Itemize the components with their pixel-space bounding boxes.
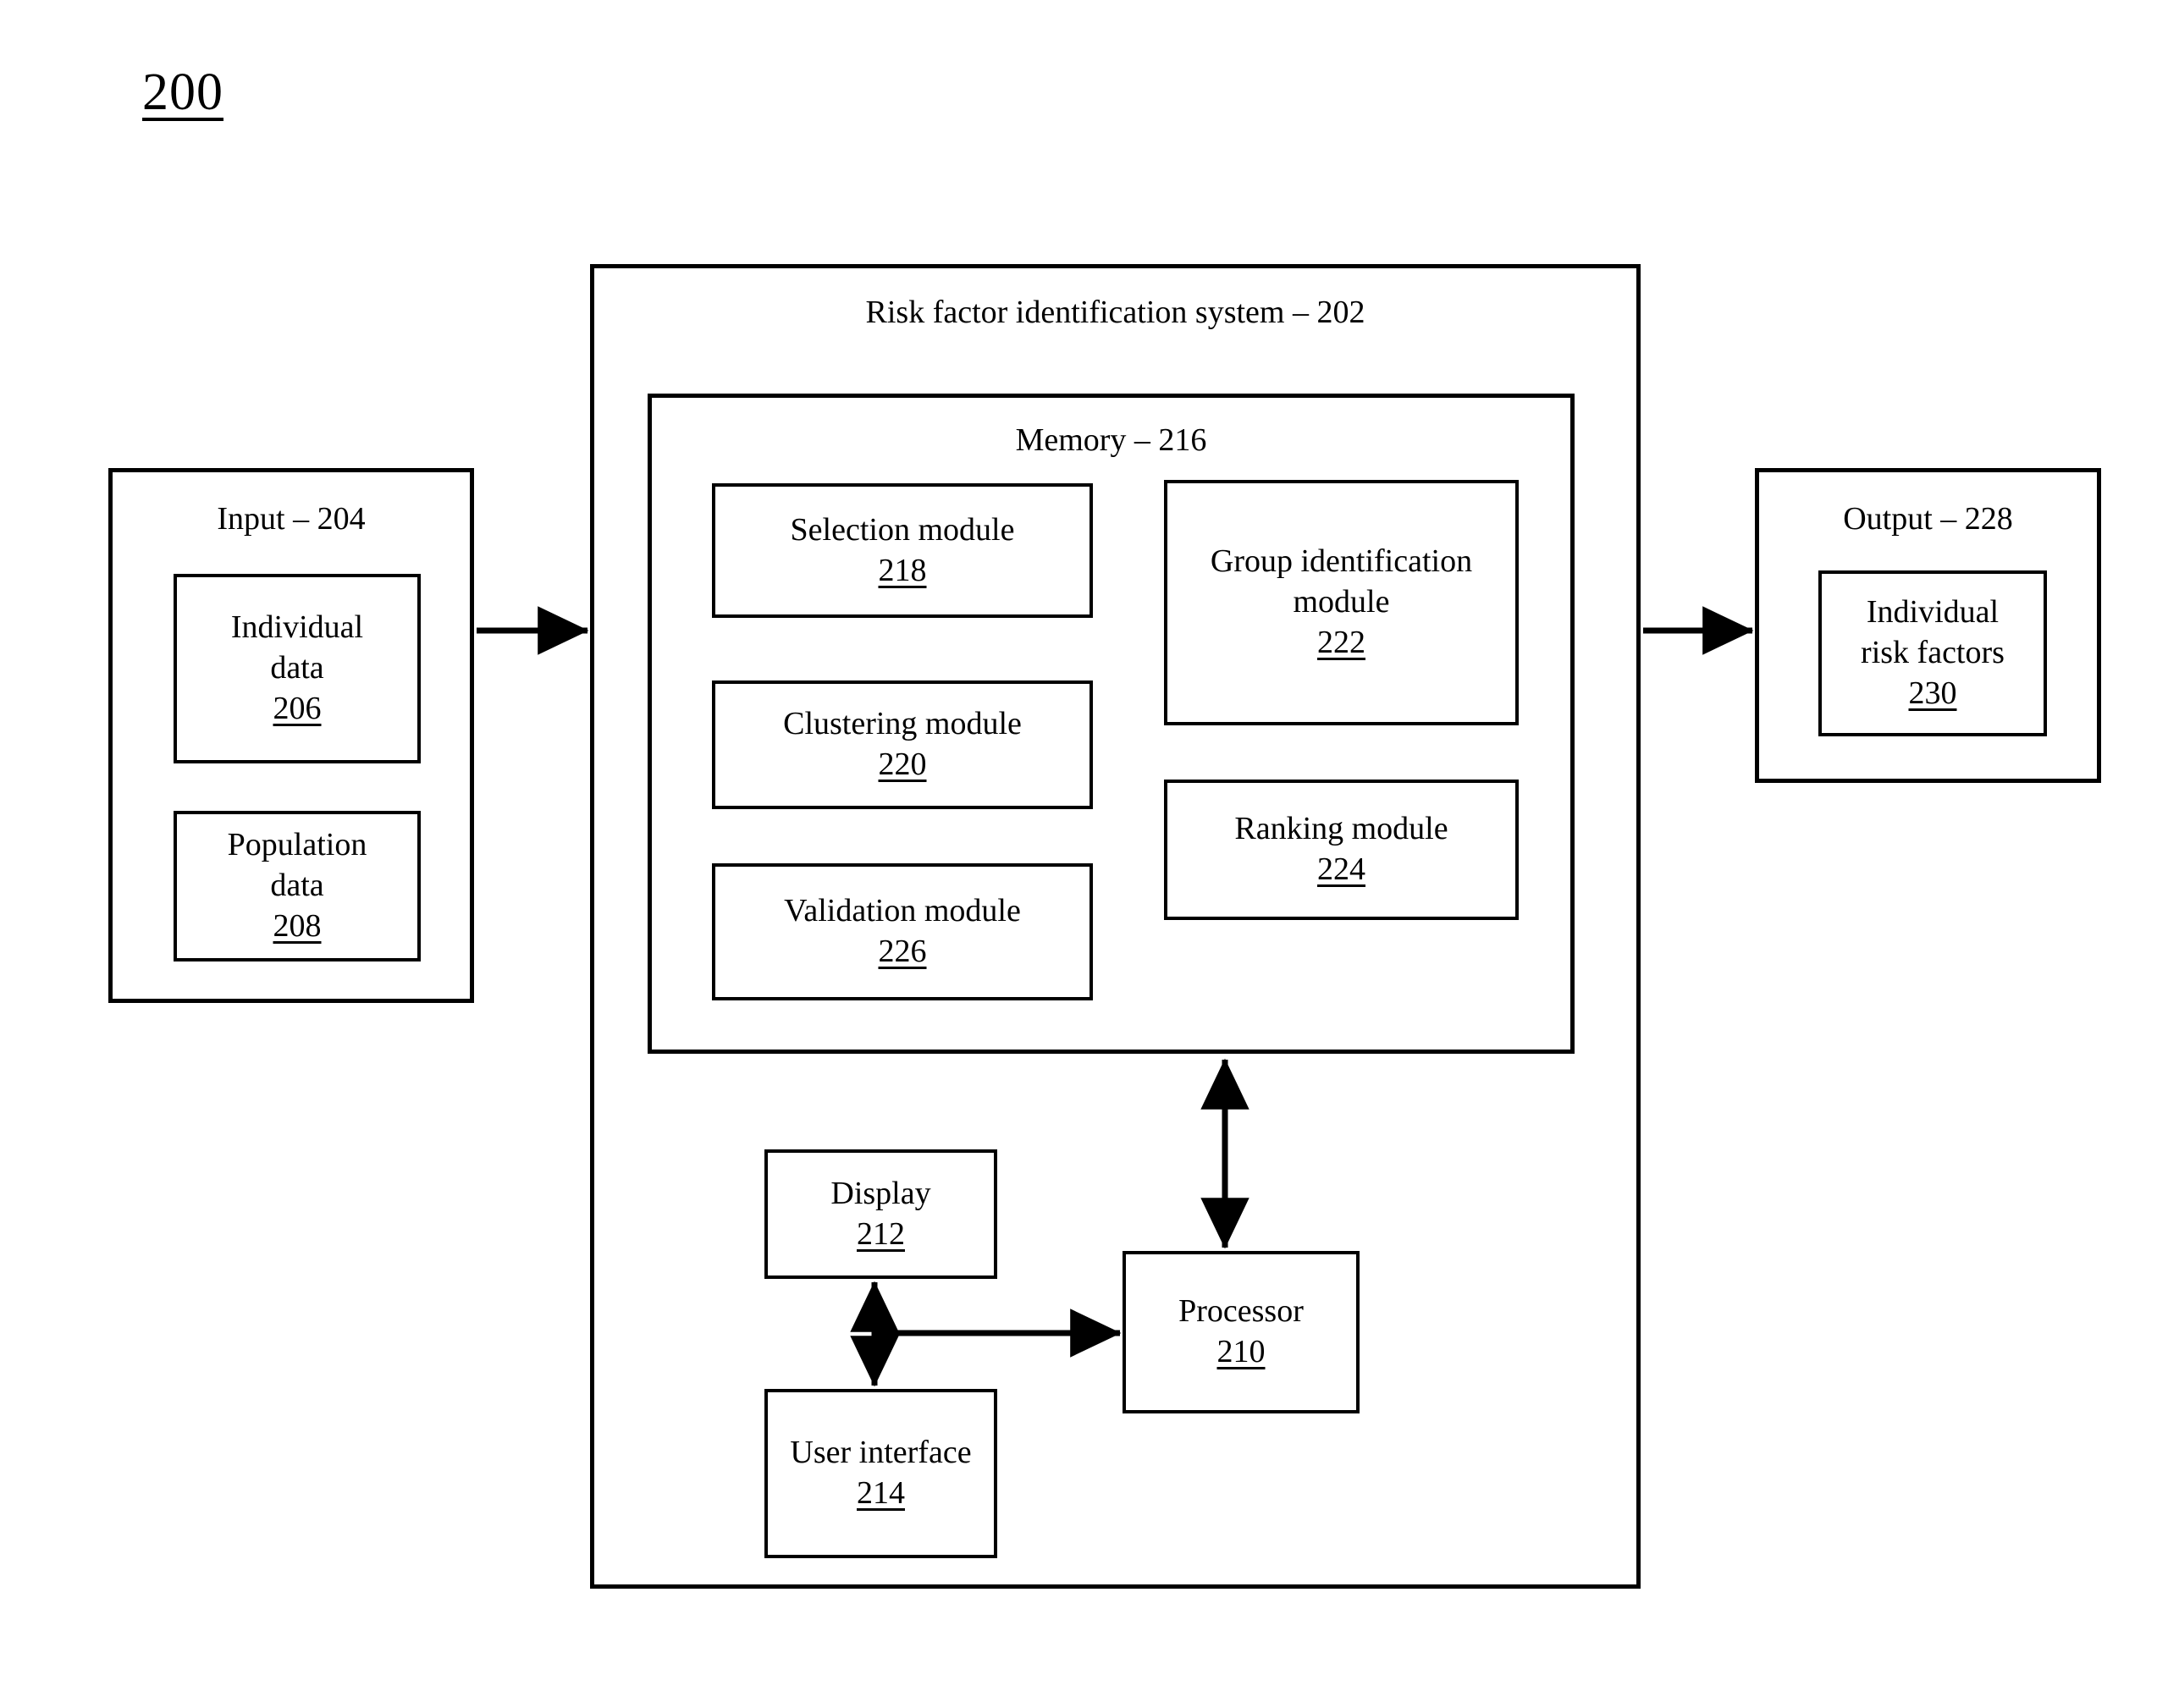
- display-name: Display: [830, 1175, 931, 1211]
- individual-risk-factors-box: Individual risk factors 230: [1818, 570, 2047, 736]
- selection-module-name: Selection module: [790, 511, 1015, 548]
- clustering-module-box: Clustering module 220: [712, 680, 1093, 809]
- validation-module-text: Validation module 226: [715, 867, 1090, 997]
- figure-canvas: 200 Input – 204 Individual data 206 Popu…: [0, 0, 2179, 1708]
- selection-module-text: Selection module 218: [715, 487, 1090, 614]
- display-box: Display 212: [764, 1149, 997, 1279]
- memory-block-title: Memory – 216: [1015, 422, 1207, 458]
- user-interface-box: User interface 214: [764, 1389, 997, 1558]
- input-block: Input – 204 Individual data 206 Populati…: [108, 468, 474, 1003]
- user-interface-ref: 214: [857, 1475, 905, 1511]
- selection-module-ref: 218: [878, 552, 927, 588]
- individual-data-ref: 206: [273, 690, 322, 726]
- ranking-module-text: Ranking module 224: [1167, 783, 1515, 917]
- group-identification-module-name: Group identification module: [1210, 543, 1473, 620]
- selection-module-box: Selection module 218: [712, 483, 1093, 618]
- validation-module-box: Validation module 226: [712, 863, 1093, 1000]
- population-data-box: Population data 208: [174, 811, 421, 961]
- validation-module-ref: 226: [878, 934, 927, 969]
- processor-ref: 210: [1216, 1334, 1266, 1369]
- group-identification-module-ref: 222: [1317, 624, 1365, 660]
- individual-data-line1: Individual: [230, 609, 364, 646]
- output-block: Output – 228 Individual risk factors 230: [1755, 468, 2101, 783]
- display-text: Display 212: [768, 1153, 994, 1275]
- population-data-line2: data: [270, 868, 324, 904]
- individual-data-line2: data: [270, 650, 324, 686]
- clustering-module-name: Clustering module: [783, 706, 1022, 742]
- system-block-title: Risk factor identification system – 202: [865, 295, 1365, 330]
- individual-risk-factors-text: Individual risk factors 230: [1822, 574, 2044, 733]
- individual-risk-factors-line2: risk factors: [1861, 635, 2005, 671]
- display-ref: 212: [857, 1215, 905, 1252]
- clustering-module-ref: 220: [878, 747, 927, 782]
- validation-module-name: Validation module: [784, 893, 1021, 929]
- population-data-line1: Population: [227, 827, 367, 863]
- group-identification-module-text: Group identification module 222: [1167, 483, 1515, 722]
- figure-number-label: 200: [142, 63, 223, 121]
- user-interface-name: User interface: [790, 1435, 972, 1471]
- processor-box: Processor 210: [1123, 1251, 1360, 1413]
- individual-data-text: Individual data 206: [177, 577, 417, 760]
- input-block-title: Input – 204: [217, 501, 366, 537]
- ranking-module-ref: 224: [1317, 851, 1365, 887]
- output-block-title: Output – 228: [1843, 501, 2013, 537]
- population-data-ref: 208: [273, 907, 322, 944]
- user-interface-text: User interface 214: [768, 1392, 994, 1555]
- processor-name: Processor: [1178, 1293, 1304, 1330]
- individual-risk-factors-ref: 230: [1908, 675, 1957, 711]
- clustering-module-text: Clustering module 220: [715, 684, 1090, 806]
- individual-data-box: Individual data 206: [174, 574, 421, 763]
- group-identification-module-box: Group identification module 222: [1164, 480, 1519, 725]
- population-data-text: Population data 208: [177, 814, 417, 958]
- ranking-module-box: Ranking module 224: [1164, 780, 1519, 920]
- processor-text: Processor 210: [1126, 1254, 1356, 1410]
- individual-risk-factors-line1: Individual: [1866, 594, 2000, 631]
- ranking-module-name: Ranking module: [1234, 811, 1448, 847]
